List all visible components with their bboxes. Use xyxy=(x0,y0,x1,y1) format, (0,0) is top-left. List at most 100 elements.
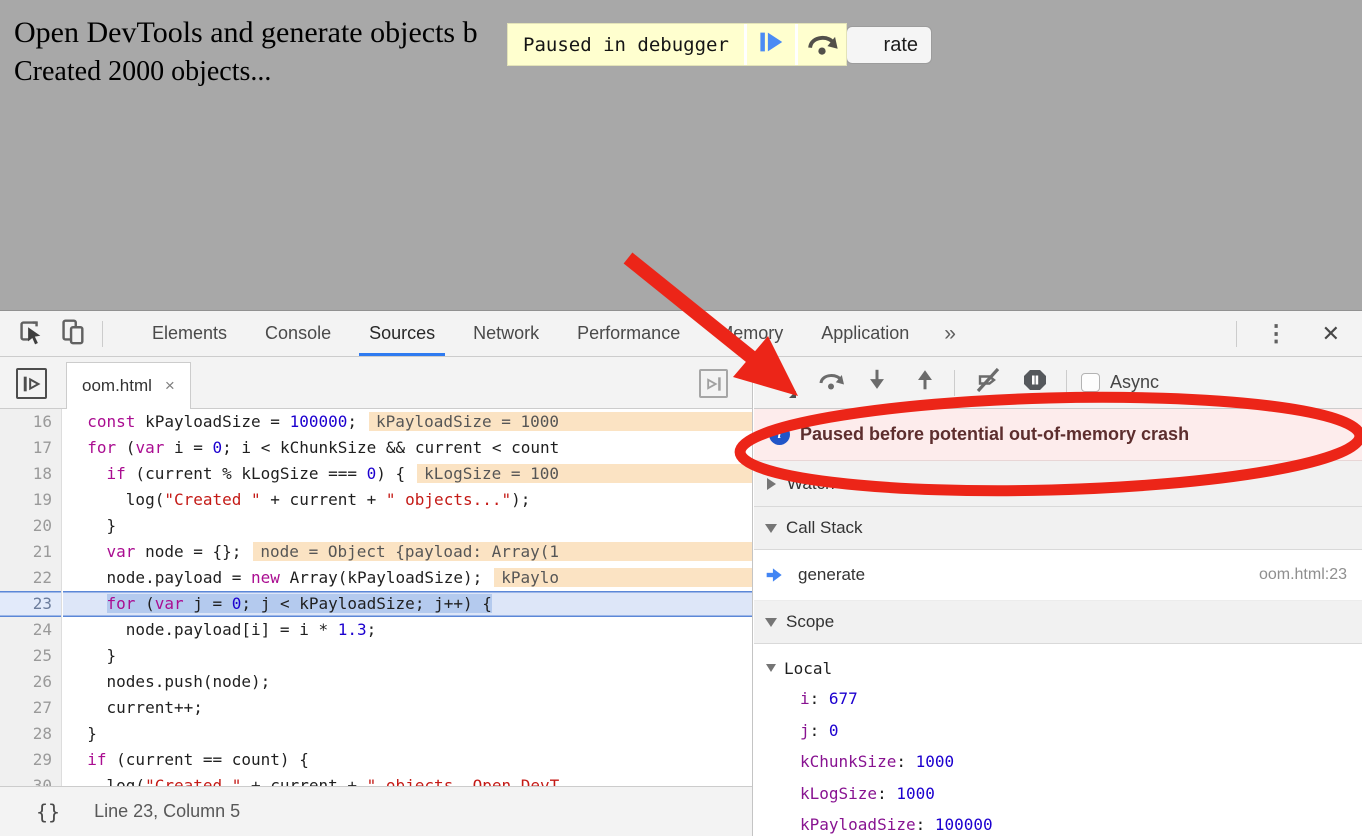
chevron-right-icon xyxy=(767,478,776,490)
scope-body: Local i: 677j: 0kChunkSize: 1000kLogSize… xyxy=(754,644,1362,836)
line-number-28[interactable]: 28 xyxy=(0,721,61,747)
file-tab-bar: oom.html × xyxy=(0,357,752,409)
line-number-25[interactable]: 25 xyxy=(0,643,61,669)
code-line-28[interactable]: } xyxy=(63,721,752,747)
code-line-25[interactable]: } xyxy=(63,643,752,669)
code-line-17[interactable]: for (var i = 0; i < kChunkSize && curren… xyxy=(63,435,752,461)
code-line-18[interactable]: if (current % kLogSize === 0) {kLogSize … xyxy=(63,461,752,487)
async-checkbox[interactable] xyxy=(1081,373,1100,392)
code-line-24[interactable]: node.payload[i] = i * 1.3; xyxy=(63,617,752,643)
inline-eval-hint: kPaylo xyxy=(494,568,752,587)
scope-variable-j: j: 0 xyxy=(754,715,1362,747)
line-number-19[interactable]: 19 xyxy=(0,487,61,513)
line-number-16[interactable]: 16 xyxy=(0,409,61,435)
device-toolbar-icon xyxy=(57,316,87,351)
call-stack-section-header[interactable]: Call Stack xyxy=(754,507,1362,550)
inline-eval-hint: kLogSize = 100 xyxy=(417,464,752,483)
step-out-button[interactable] xyxy=(908,366,942,400)
chevron-down-icon xyxy=(765,618,777,627)
paused-message-text: Paused before potential out-of-memory cr… xyxy=(800,424,1189,445)
code-line-22[interactable]: node.payload = new Array(kPayloadSize);k… xyxy=(63,565,752,591)
scope-variable-kLogSize: kLogSize: 1000 xyxy=(754,778,1362,810)
line-number-21[interactable]: 21 xyxy=(0,539,61,565)
file-tab-oom-html[interactable]: oom.html × xyxy=(66,362,191,409)
step-into-icon xyxy=(864,367,890,398)
pause-on-exceptions-button[interactable] xyxy=(1018,366,1052,400)
deactivate-breakpoints-button[interactable] xyxy=(971,366,1005,400)
call-stack-frame[interactable]: generateoom.html:23 xyxy=(754,550,1362,601)
tab-memory[interactable]: Memory xyxy=(699,311,802,356)
line-number-18[interactable]: 18 xyxy=(0,461,61,487)
scope-local-label: Local xyxy=(784,659,832,678)
toolbar-right-controls: ⋮ ✕ xyxy=(1236,311,1362,356)
tab-performance[interactable]: Performance xyxy=(558,311,699,356)
overlay-step-over-button[interactable] xyxy=(798,24,846,65)
line-number-gutter: 161718192021222324252627282930 xyxy=(0,409,62,786)
toggle-device-toolbar-button[interactable] xyxy=(56,318,88,350)
code-line-20[interactable]: } xyxy=(63,513,752,539)
line-number-26[interactable]: 26 xyxy=(0,669,61,695)
code-area[interactable]: 161718192021222324252627282930 const kPa… xyxy=(0,409,752,786)
tab-elements[interactable]: Elements xyxy=(133,311,246,356)
line-number-23[interactable]: 23 xyxy=(0,591,61,617)
more-options-icon[interactable]: ⋮ xyxy=(1237,320,1314,347)
tab-console[interactable]: Console xyxy=(246,311,350,356)
line-number-27[interactable]: 27 xyxy=(0,695,61,721)
close-devtools-icon[interactable]: ✕ xyxy=(1314,321,1362,347)
line-number-24[interactable]: 24 xyxy=(0,617,61,643)
watch-section-header[interactable]: Watch xyxy=(754,461,1362,507)
file-tab-label: oom.html xyxy=(82,376,152,396)
resume-icon xyxy=(756,27,786,62)
step-into-button[interactable] xyxy=(860,366,894,400)
code-line-30[interactable]: log("Created " + current + " objects. Op… xyxy=(63,773,752,786)
tab-network[interactable]: Network xyxy=(454,311,558,356)
scope-local-row[interactable]: Local xyxy=(754,653,1362,683)
code-line-21[interactable]: var node = {};node = Object {payload: Ar… xyxy=(63,539,752,565)
pretty-print-button[interactable]: {} xyxy=(36,800,60,824)
line-number-30[interactable]: 30 xyxy=(0,773,61,786)
step-over-icon xyxy=(805,25,839,64)
generate-button[interactable]: rate xyxy=(846,26,932,64)
scope-variable-kPayloadSize: kPayloadSize: 100000 xyxy=(754,809,1362,836)
chevron-down-icon xyxy=(765,524,777,533)
deactivate-breakpoints-icon xyxy=(974,366,1002,399)
code-lines: const kPayloadSize = 100000;kPayloadSize… xyxy=(63,409,752,786)
code-line-19[interactable]: log("Created " + current + " objects..."… xyxy=(63,487,752,513)
scope-variable-i: i: 677 xyxy=(754,683,1362,715)
scope-variable-kChunkSize: kChunkSize: 1000 xyxy=(754,746,1362,778)
line-col-status: Line 23, Column 5 xyxy=(94,801,240,822)
scope-variables: i: 677j: 0kChunkSize: 1000kLogSize: 1000… xyxy=(754,683,1362,836)
line-number-22[interactable]: 22 xyxy=(0,565,61,591)
line-number-20[interactable]: 20 xyxy=(0,513,61,539)
file-tab-close-icon[interactable]: × xyxy=(165,376,175,396)
step-over-icon xyxy=(817,366,845,399)
resume-button[interactable] xyxy=(763,366,797,400)
inspect-element-button[interactable] xyxy=(14,318,46,350)
paused-overlay-label: Paused in debugger xyxy=(508,24,744,65)
code-line-26[interactable]: nodes.push(node); xyxy=(63,669,752,695)
pause-on-exceptions-icon xyxy=(1021,366,1049,399)
line-number-17[interactable]: 17 xyxy=(0,435,61,461)
main-toolbar: ElementsConsoleSourcesNetworkPerformance… xyxy=(0,311,1362,357)
step-out-icon xyxy=(912,367,938,398)
show-navigator-icon[interactable] xyxy=(16,368,47,399)
async-label: Async xyxy=(1110,372,1159,393)
more-tabs-chevron[interactable]: » xyxy=(928,322,972,346)
toggle-debugger-sidebar-icon[interactable] xyxy=(699,369,728,398)
line-number-29[interactable]: 29 xyxy=(0,747,61,773)
overlay-resume-button[interactable] xyxy=(747,24,795,65)
inline-eval-hint: node = Object {payload: Array(1 xyxy=(253,542,752,561)
tab-sources[interactable]: Sources xyxy=(350,311,454,356)
current-frame-arrow-icon xyxy=(765,565,785,585)
frame-location: oom.html:23 xyxy=(1259,566,1347,584)
code-line-16[interactable]: const kPayloadSize = 100000;kPayloadSize… xyxy=(63,409,752,435)
code-line-23[interactable]: for (var j = 0; j < kPayloadSize; j++) { xyxy=(63,591,752,617)
code-line-29[interactable]: if (current == count) { xyxy=(63,747,752,773)
debugger-sidebar: Async i Paused before potential out-of-m… xyxy=(754,357,1362,836)
chevron-down-icon xyxy=(766,664,776,672)
tab-application[interactable]: Application xyxy=(802,311,928,356)
scope-section-header[interactable]: Scope xyxy=(754,601,1362,644)
step-over-button[interactable] xyxy=(814,366,848,400)
paused-message-bar: i Paused before potential out-of-memory … xyxy=(754,409,1362,461)
code-line-27[interactable]: current++; xyxy=(63,695,752,721)
